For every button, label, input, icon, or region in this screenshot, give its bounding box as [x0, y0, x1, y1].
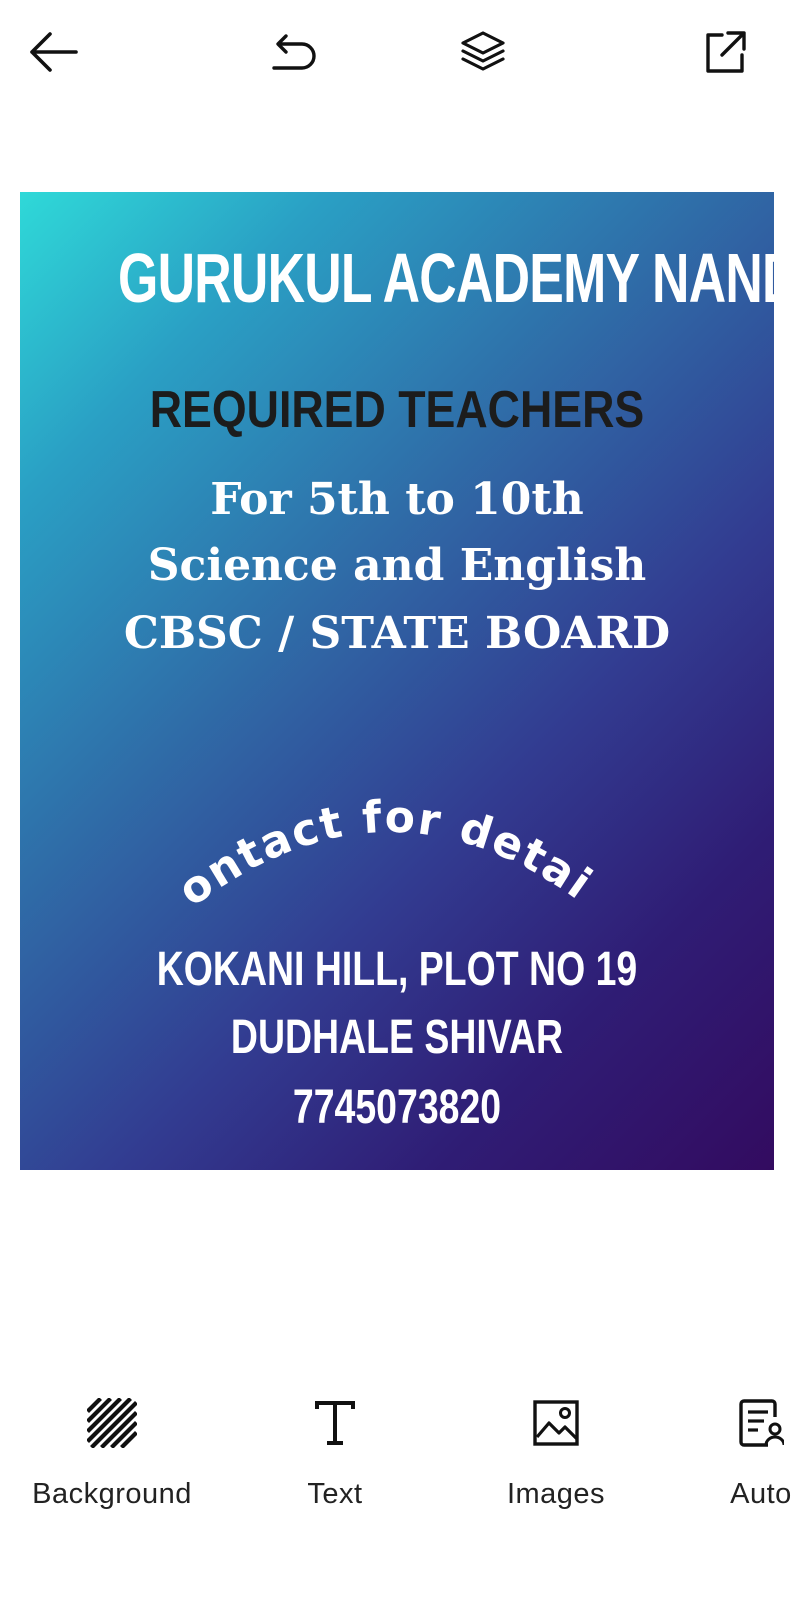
top-toolbar [0, 0, 793, 110]
bottom-toolbar: Background Text Images Auto [0, 1390, 793, 1530]
poster-phone[interactable]: 7745073820 [103, 1078, 691, 1138]
text-tool-label: Text [307, 1478, 363, 1510]
poster-address-line-1[interactable]: KOKANI HILL, PLOT NO 19 [103, 940, 691, 1000]
poster-board-text[interactable]: CBSC / STATE BOARD [20, 606, 774, 662]
svg-text:Contact for details: Contact for details [20, 782, 602, 917]
hatch-pattern-icon [87, 1398, 137, 1448]
poster-subtitle[interactable]: REQUIRED TEACHERS [73, 378, 721, 442]
undo-button[interactable] [258, 20, 328, 84]
arrow-left-icon [30, 32, 78, 72]
poster-grades-text[interactable]: For 5th to 10th [20, 472, 774, 528]
auto-tool[interactable]: Auto [716, 1390, 793, 1530]
image-icon [533, 1400, 579, 1446]
contact-arc-text[interactable]: Contact for details [20, 782, 774, 942]
form-icon [739, 1399, 784, 1447]
design-canvas[interactable]: GURUKUL ACADEMY NANDURBAR REQUIRED TEACH… [20, 192, 774, 1170]
share-button[interactable] [690, 20, 760, 84]
layers-icon [461, 31, 505, 71]
external-share-icon [706, 31, 746, 73]
layers-button[interactable] [448, 20, 518, 84]
images-tool[interactable]: Images [486, 1390, 626, 1530]
back-button[interactable] [18, 20, 88, 84]
background-tool[interactable]: Background [14, 1390, 210, 1530]
contact-text: Contact for details [20, 782, 600, 917]
poster-address-line-2[interactable]: DUDHALE SHIVAR [103, 1008, 691, 1068]
poster-subjects-text[interactable]: Science and English [20, 538, 774, 594]
background-tool-label: Background [32, 1478, 192, 1510]
text-t-icon [315, 1401, 355, 1445]
images-tool-label: Images [506, 1478, 606, 1510]
undo-icon [272, 34, 316, 70]
poster-title[interactable]: GURUKUL ACADEMY NANDURBAR [118, 238, 774, 318]
text-tool[interactable]: Text [280, 1390, 390, 1530]
auto-tool-label: Auto [730, 1478, 792, 1510]
